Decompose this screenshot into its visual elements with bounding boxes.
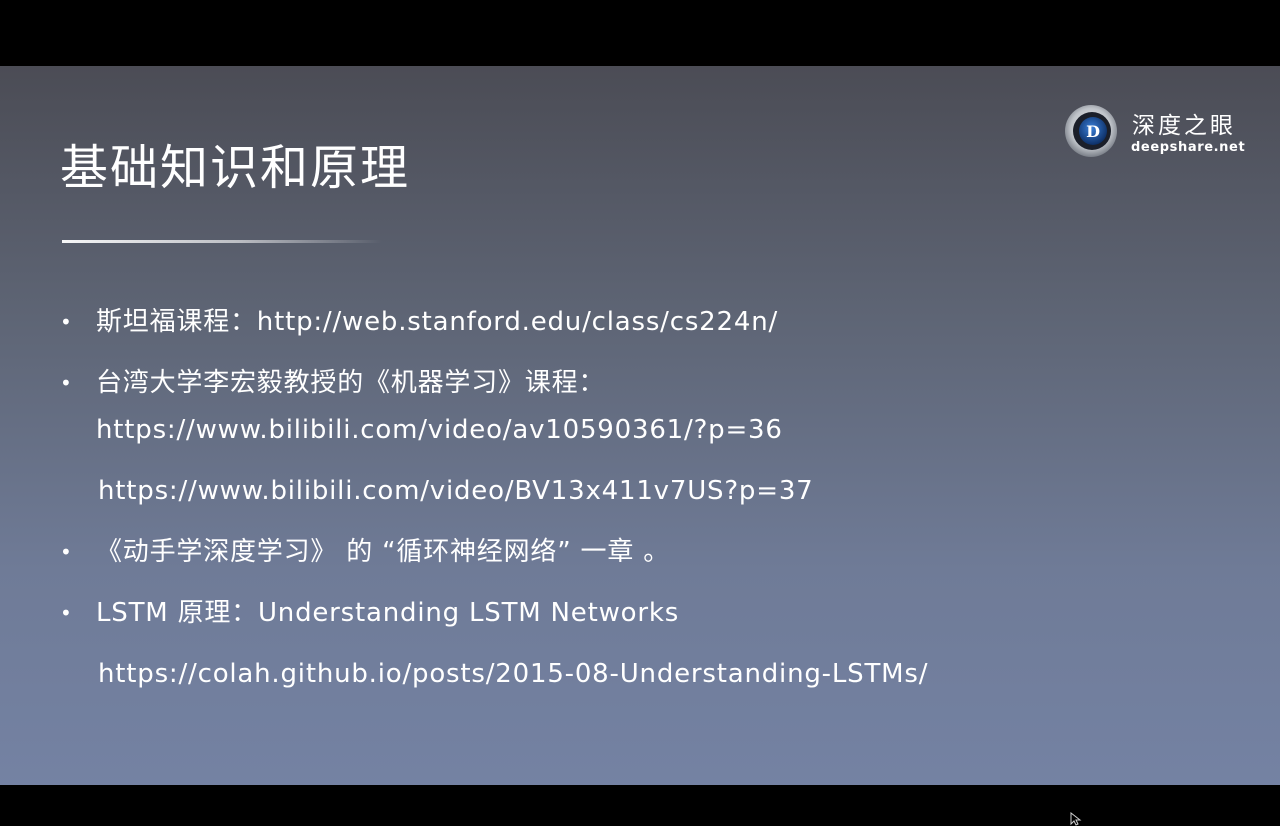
presentation-slide: 基础知识和原理 D 深度之眼 deepshare.net • 斯坦福课程：htt… [0,66,1280,785]
item-3-line-1: 《动手学深度学习》 的 “循环神经网络” 一章 。 [96,537,670,567]
letterbox-bottom [0,785,1280,824]
item-2-link-1: https://www.bilibili.com/video/av1059036… [96,415,783,445]
eye-logo-icon: D [1065,105,1117,157]
item-1-line-1: 斯坦福课程：http://web.stanford.edu/class/cs22… [96,307,779,337]
bullet-4: • [60,601,72,625]
letterbox-top [0,0,1280,66]
bullet-3: • [60,540,72,564]
logo-site-name: deepshare.net [1131,140,1246,155]
item-4-line-1: LSTM 原理：Understanding LSTM Networks [96,598,680,628]
bullet-1: • [60,310,72,334]
bullet-2: • [60,371,72,395]
deepshare-logo: D 深度之眼 deepshare.net [1064,102,1254,162]
item-2-line-1: 台湾大学李宏毅教授的《机器学习》课程： [96,368,606,398]
item-4-link-1: https://colah.github.io/posts/2015-08-Un… [98,659,929,689]
slide-title: 基础知识和原理 [60,140,411,196]
title-underline [62,240,382,243]
logo-emblem-letter: D [1086,122,1100,141]
logo-chinese-name: 深度之眼 [1132,113,1236,139]
item-2-link-2: https://www.bilibili.com/video/BV13x411v… [98,476,814,506]
